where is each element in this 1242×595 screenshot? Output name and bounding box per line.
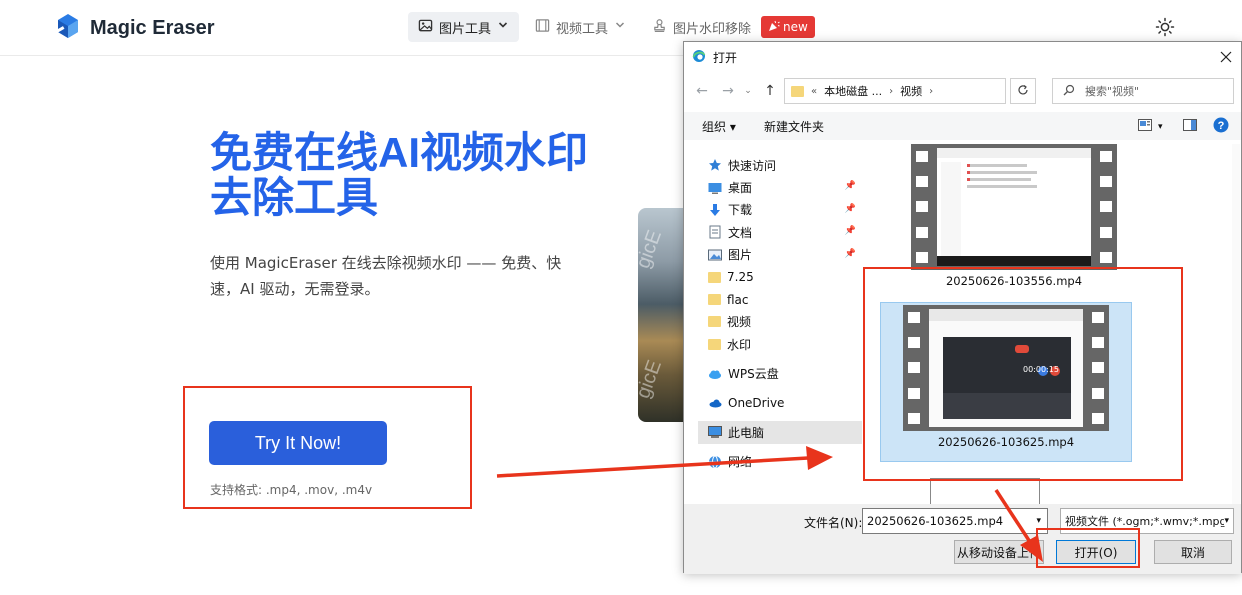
annotation-arrows <box>496 446 1043 562</box>
page: Magic Eraser 图片工具 视频工具 图片水印移除 new 免费在线AI… <box>0 0 1242 595</box>
